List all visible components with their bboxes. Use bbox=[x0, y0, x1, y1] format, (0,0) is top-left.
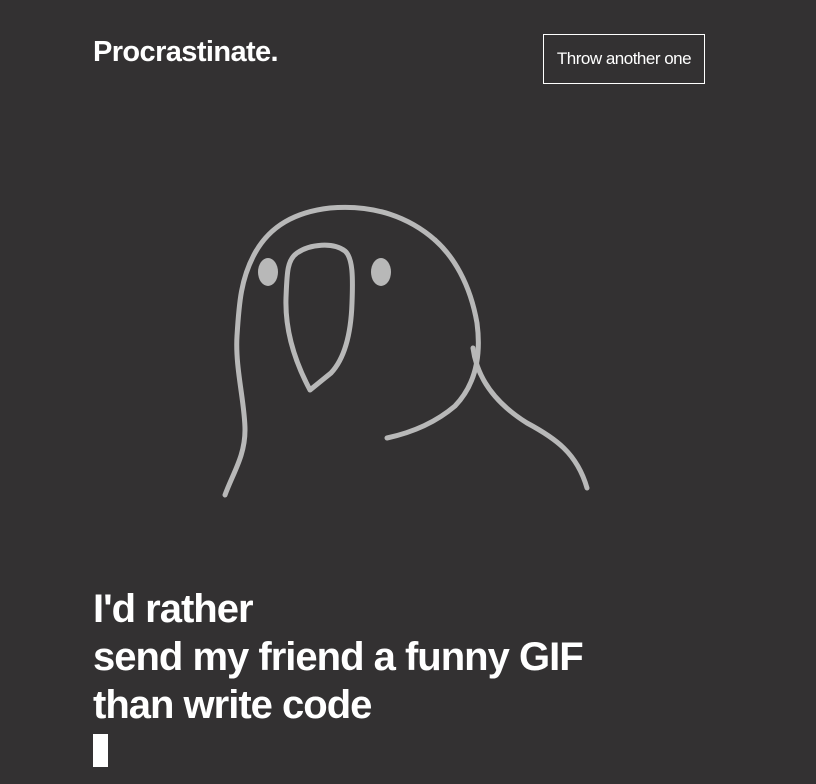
text-cursor bbox=[93, 734, 108, 767]
brand-logo: Procrastinate. bbox=[93, 36, 279, 68]
parrot-icon bbox=[222, 204, 590, 498]
message-line-3: than write code bbox=[93, 683, 372, 727]
right-eye bbox=[371, 258, 391, 286]
procrastination-message: I'd rather send my friend a funny GIF th… bbox=[93, 585, 584, 729]
message-line-2: send my friend a funny GIF bbox=[93, 635, 584, 679]
message-line-1: I'd rather bbox=[93, 587, 254, 631]
left-eye bbox=[258, 258, 278, 286]
throw-another-button[interactable]: Throw another one bbox=[543, 34, 705, 84]
